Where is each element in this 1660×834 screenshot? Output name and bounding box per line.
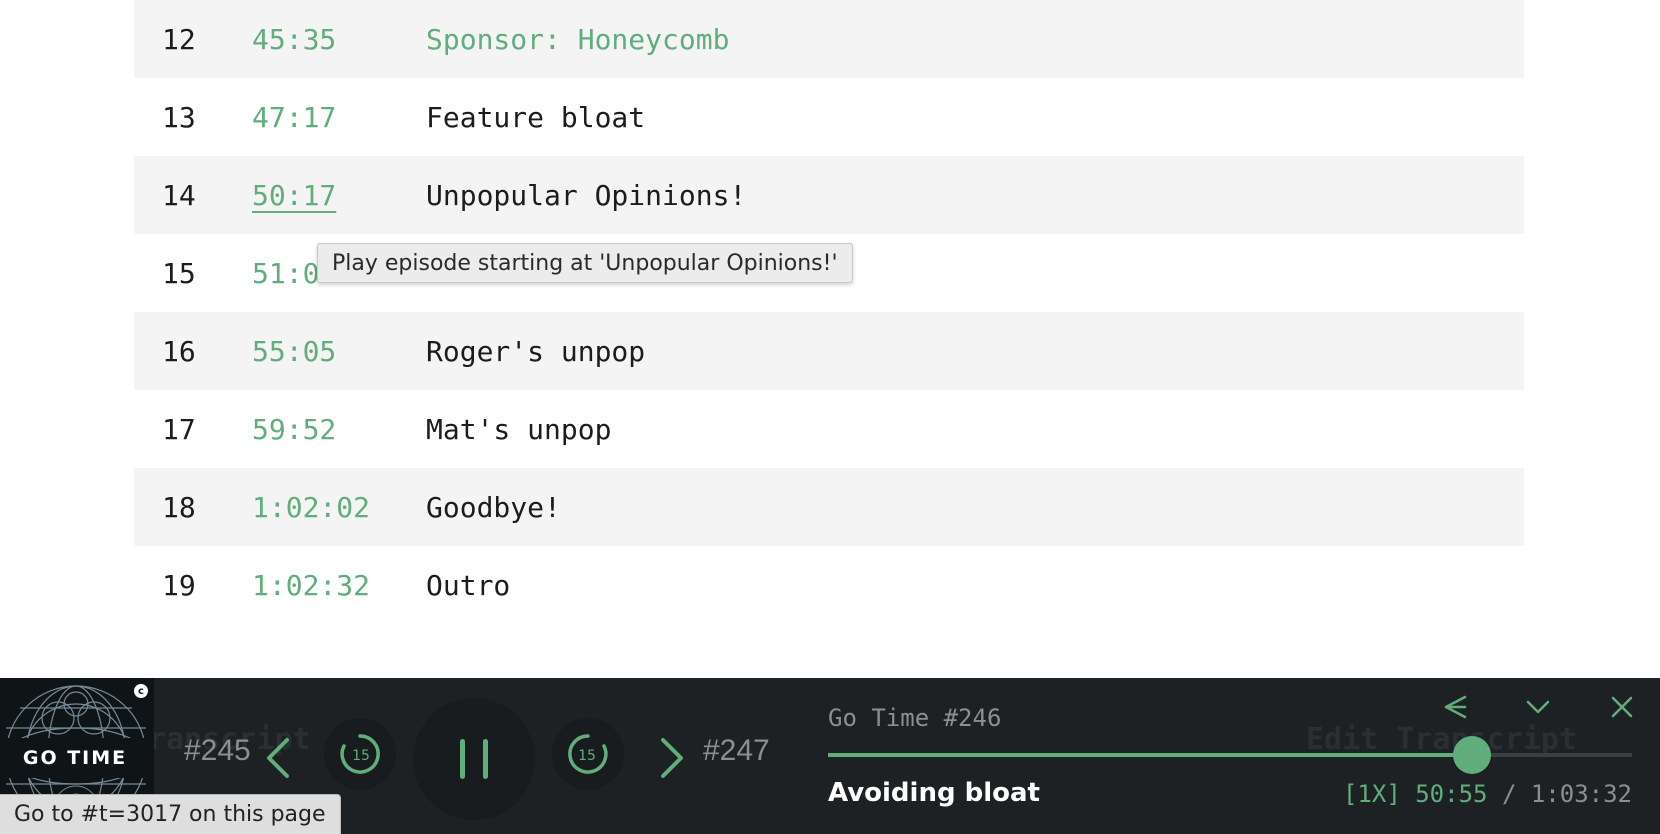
chevron-down-icon [1526,700,1550,714]
previous-episode-button[interactable] [262,734,294,782]
current-time: 50:55 [1415,780,1488,808]
previous-episode-label[interactable]: #245 [184,734,251,768]
chapter-number: 18 [162,490,196,524]
chapter-row: 14 50:17 Unpopular Opinions! [134,156,1524,234]
playback-speed-button[interactable]: [1X] [1343,780,1401,808]
skip-back-button[interactable]: 15 [324,718,396,790]
time-readout: [1X] 50:55 / 1:03:32 [1343,780,1632,808]
chapter-row: 18 1:02:02 Goodbye! [134,468,1524,546]
chapter-timestamp-link[interactable]: 55:05 [252,335,426,368]
chapter-number: 13 [162,100,196,134]
chapter-title: Sponsor: Honeycomb [426,22,730,56]
chapter-title: Roger's unpop [426,334,646,368]
skip-forward-button[interactable]: 15 [552,718,624,790]
progress-handle[interactable] [1453,736,1492,774]
chapter-row: 19 1:02:32 Outro [134,546,1524,624]
share-icon [1444,695,1467,719]
copyright-badge: c [134,684,148,698]
chapter-number: 16 [162,334,196,368]
share-button[interactable] [1435,690,1475,724]
close-icon [1611,696,1633,718]
close-player-button[interactable] [1602,690,1642,724]
chapter-row: 12 45:35 Sponsor: Honeycomb [134,0,1524,78]
pause-button[interactable] [413,698,535,820]
chapter-title: Outro [426,568,511,602]
chapter-timestamp-link[interactable]: 47:17 [252,101,426,134]
collapse-player-button[interactable] [1518,690,1558,724]
chapter-timestamp-link[interactable]: 1:02:32 [252,569,426,602]
artwork-title: GO TIME [0,738,150,778]
next-episode-label[interactable]: #247 [703,734,770,768]
next-episode-button[interactable] [656,734,688,782]
chapter-row: 17 59:52 Mat's unpop [134,390,1524,468]
episode-duration: 1:03:32 [1530,780,1632,808]
chapter-number: 19 [162,568,196,602]
chapter-number: 12 [162,22,196,56]
chapter-list: 12 45:35 Sponsor: Honeycomb 13 47:17 Fea… [134,0,1524,624]
chapter-timestamp-link[interactable]: 45:35 [252,23,426,56]
chapter-number: 14 [162,178,196,212]
rewind-15-icon: 15 [340,734,380,774]
edit-transcript-link-behind: Edit Transcript [1306,722,1577,757]
chapter-title: Goodbye! [426,490,561,524]
chevron-left-icon [267,738,289,778]
chapter-timestamp-link[interactable]: 50:17 [252,179,426,212]
chapter-tooltip: Play episode starting at 'Unpopular Opin… [317,243,853,283]
chapter-row: 16 55:05 Roger's unpop [134,312,1524,390]
chapter-title: Unpopular Opinions! [426,178,747,212]
chapter-timestamp-link[interactable]: 59:52 [252,413,426,446]
episode-label[interactable]: Go Time #246 [828,704,1001,732]
skip-back-seconds: 15 [352,748,370,764]
chapter-title: Feature bloat [426,100,646,134]
chapter-number: 15 [162,256,196,290]
pause-icon [460,739,488,779]
chapter-row: 13 47:17 Feature bloat [134,78,1524,156]
chevron-right-icon [661,738,683,778]
forward-15-icon: 15 [568,734,608,774]
progress-bar[interactable] [828,736,1632,774]
chapter-title: Mat's unpop [426,412,612,446]
chapter-number: 17 [162,412,196,446]
episode-title[interactable]: Avoiding bloat [828,778,1040,808]
chapter-timestamp-link[interactable]: 1:02:02 [252,491,426,524]
skip-forward-seconds: 15 [578,748,596,764]
browser-status-url: Go to #t=3017 on this page [0,794,341,834]
progress-fill [828,753,1473,757]
time-separator: / [1501,780,1517,808]
